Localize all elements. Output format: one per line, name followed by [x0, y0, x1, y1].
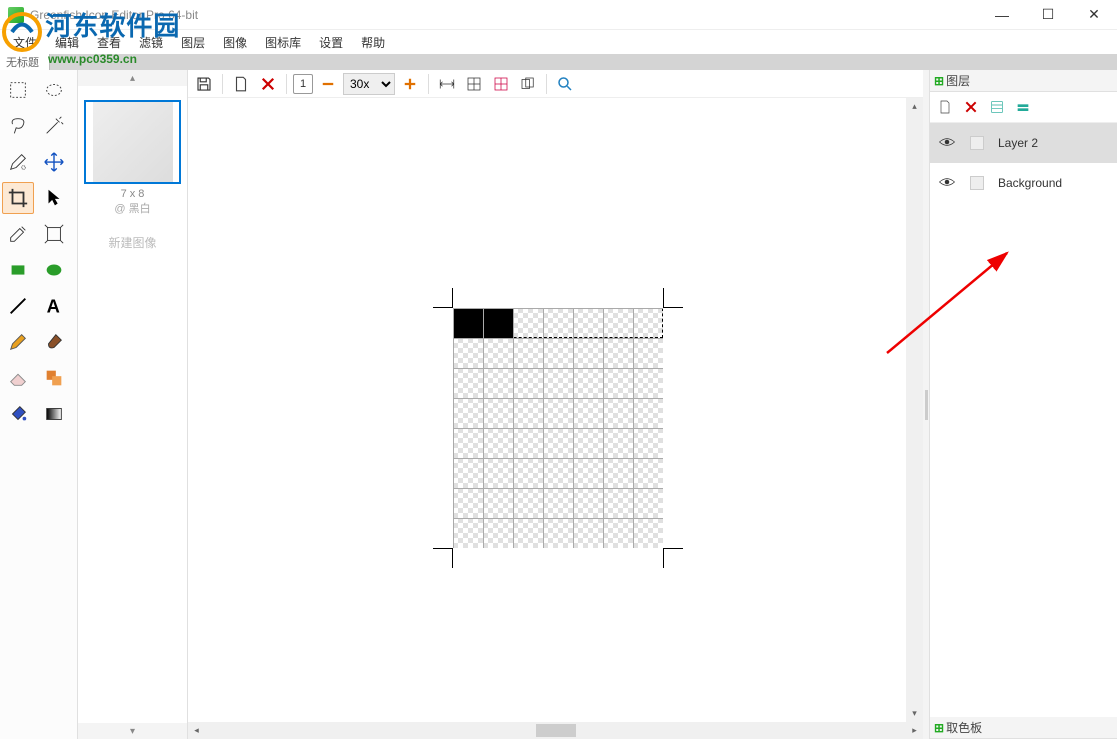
- menu-settings[interactable]: 设置: [310, 31, 352, 54]
- zoom-in-button[interactable]: [398, 72, 422, 96]
- tool-eyedropper[interactable]: [2, 218, 34, 250]
- layer-properties-button[interactable]: [985, 95, 1009, 119]
- pixel-canvas[interactable]: [453, 308, 663, 548]
- tool-pencil[interactable]: [2, 326, 34, 358]
- layers-toolbar: [930, 92, 1117, 123]
- layer-thumb: [970, 176, 984, 190]
- document-tab[interactable]: 无标题: [0, 54, 50, 70]
- menubar: 文件 编辑 查看 滤镜 图层 图像 图标库 设置 帮助: [0, 30, 1117, 54]
- canvas-area: 1 30x ▴ ▾ ◂: [188, 70, 923, 739]
- layer-name: Layer 2: [998, 136, 1038, 150]
- center-guides-button[interactable]: [489, 72, 513, 96]
- thumbnail-panel: ▴ 7 x 8 @ 黑白 新建图像 ▾: [78, 70, 188, 739]
- thumbnail-dimensions: 7 x 8: [84, 188, 181, 200]
- painted-pixels: [453, 308, 513, 338]
- menu-layer[interactable]: 图层: [172, 31, 214, 54]
- tool-eraser[interactable]: [2, 362, 34, 394]
- fit-width-button[interactable]: [435, 72, 459, 96]
- thumbs-scroll-down[interactable]: ▾: [78, 723, 187, 739]
- tool-line[interactable]: [2, 290, 34, 322]
- grid-button[interactable]: [462, 72, 486, 96]
- menu-image[interactable]: 图像: [214, 31, 256, 54]
- expand-icon: ⊞: [934, 721, 944, 735]
- layers-panel-header[interactable]: ⊞图层: [930, 70, 1117, 92]
- tool-rectangle[interactable]: [2, 254, 34, 286]
- layer-thumb: [970, 136, 984, 150]
- layer-delete-button[interactable]: [959, 95, 983, 119]
- tool-text[interactable]: A: [38, 290, 70, 322]
- tool-clone[interactable]: [38, 362, 70, 394]
- close-button[interactable]: ✕: [1071, 0, 1117, 30]
- tool-move[interactable]: [38, 146, 70, 178]
- thumbnail-new-label[interactable]: 新建图像: [84, 234, 181, 251]
- layer-list: Layer 2 Background: [930, 123, 1117, 717]
- tool-pencil-select[interactable]: [2, 146, 34, 178]
- delete-button[interactable]: [256, 72, 280, 96]
- minimize-button[interactable]: —: [979, 0, 1025, 30]
- hscroll-thumb[interactable]: [536, 724, 576, 737]
- pages-button[interactable]: [516, 72, 540, 96]
- thumbs-scroll-up[interactable]: ▴: [78, 70, 187, 86]
- right-panel-column: ⊞图层 Layer 2 Background: [929, 70, 1117, 739]
- tool-ellipse[interactable]: [38, 254, 70, 286]
- canvas-toolbar: 1 30x: [188, 70, 923, 98]
- zoom-select[interactable]: 30x: [343, 73, 395, 95]
- crop-mark-tr: [663, 288, 683, 308]
- document-tab-label: 无标题: [6, 54, 39, 70]
- layer-row[interactable]: Layer 2: [930, 123, 1117, 163]
- tool-ellipse-select[interactable]: [38, 74, 70, 106]
- menu-edit[interactable]: 编辑: [46, 31, 88, 54]
- tool-gradient[interactable]: [38, 398, 70, 430]
- layer-row[interactable]: Background: [930, 163, 1117, 203]
- save-button[interactable]: [192, 72, 216, 96]
- canvas-vscrollbar[interactable]: ▴ ▾: [906, 98, 923, 722]
- tool-crop[interactable]: [2, 182, 34, 214]
- tool-rect-select[interactable]: [2, 74, 34, 106]
- zoom-tool-button[interactable]: [553, 72, 577, 96]
- app-icon: [8, 7, 24, 23]
- swatch-panel-title: 取色板: [946, 721, 982, 735]
- canvas-viewport[interactable]: [188, 98, 923, 722]
- titlebar: Greenfish Icon Editor Pro 64-bit — ☐ ✕: [0, 0, 1117, 30]
- menu-filter[interactable]: 滤镜: [130, 31, 172, 54]
- hscroll-right-arrow[interactable]: ▸: [906, 722, 923, 739]
- swatch-panel-header[interactable]: ⊞取色板: [930, 717, 1117, 739]
- menu-view[interactable]: 查看: [88, 31, 130, 54]
- maximize-button[interactable]: ☐: [1025, 0, 1071, 30]
- crop-mark-bl: [433, 548, 453, 568]
- hscroll-left-arrow[interactable]: ◂: [188, 722, 205, 739]
- tool-lasso[interactable]: [2, 110, 34, 142]
- tool-frame[interactable]: [38, 218, 70, 250]
- layer-name: Background: [998, 176, 1062, 190]
- document-tab-strip: 无标题: [0, 54, 1117, 70]
- svg-text:A: A: [47, 295, 60, 316]
- vscroll-up-arrow[interactable]: ▴: [906, 98, 923, 115]
- new-page-button[interactable]: [229, 72, 253, 96]
- vscroll-down-arrow[interactable]: ▾: [906, 705, 923, 722]
- crop-mark-br: [663, 548, 683, 568]
- frame-index[interactable]: 1: [293, 74, 313, 94]
- crop-mark-tl: [433, 288, 453, 308]
- menu-library[interactable]: 图标库: [256, 31, 310, 54]
- tool-bucket[interactable]: [2, 398, 34, 430]
- menu-file[interactable]: 文件: [4, 31, 46, 54]
- tool-palette: A: [0, 70, 78, 739]
- thumbnail-preview: [93, 102, 173, 182]
- tool-brush[interactable]: [38, 326, 70, 358]
- tool-wand[interactable]: [38, 110, 70, 142]
- window-title: Greenfish Icon Editor Pro 64-bit: [30, 8, 979, 22]
- layers-panel-title: 图层: [946, 74, 970, 88]
- visibility-icon[interactable]: [938, 133, 956, 154]
- thumbnail-mode: @ 黑白: [84, 200, 181, 216]
- menu-help[interactable]: 帮助: [352, 31, 394, 54]
- expand-icon: ⊞: [934, 74, 944, 88]
- thumbnail-frame[interactable]: [84, 100, 181, 184]
- layer-new-button[interactable]: [933, 95, 957, 119]
- layer-merge-button[interactable]: [1011, 95, 1035, 119]
- visibility-icon[interactable]: [938, 173, 956, 194]
- zoom-out-button[interactable]: [316, 72, 340, 96]
- canvas-hscrollbar[interactable]: ◂ ▸: [188, 722, 923, 739]
- tool-pointer[interactable]: [38, 182, 70, 214]
